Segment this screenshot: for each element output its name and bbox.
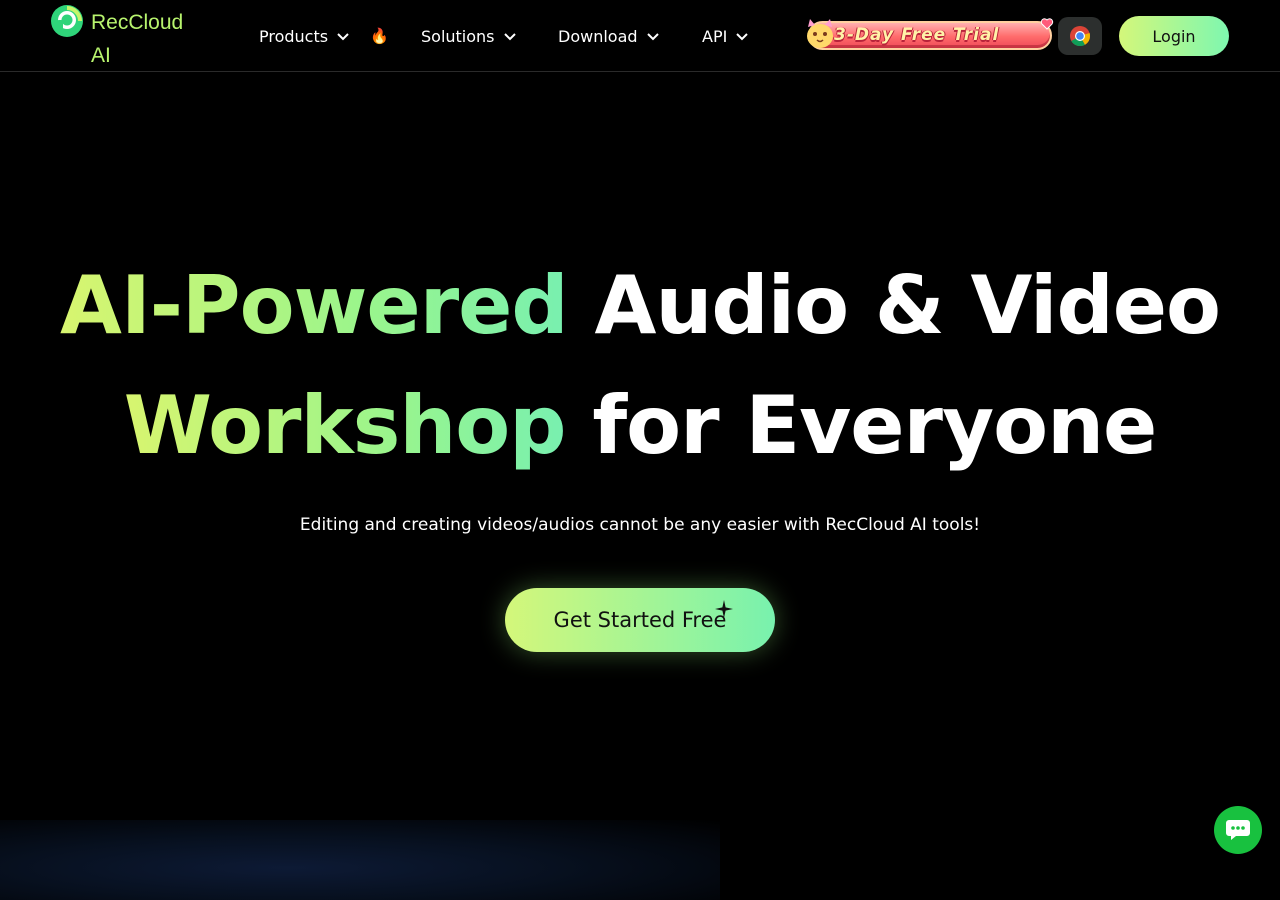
top-navigation-bar: RecCloud AI Products 🔥 Solutions Downloa… — [0, 0, 1280, 72]
chevron-down-icon — [503, 33, 516, 41]
nav-solutions-label: Solutions — [421, 26, 495, 46]
nav-products[interactable]: Products 🔥 — [259, 22, 389, 50]
chrome-icon — [1070, 26, 1091, 47]
fire-icon: 🔥 — [370, 27, 389, 45]
sparkle-icon — [715, 600, 733, 618]
hero-title-line-2: Workshop for Everyone — [0, 386, 1280, 466]
free-trial-text: 3-Day Free Trial — [834, 25, 1000, 45]
get-started-free-label: Get Started Free — [553, 608, 727, 632]
live-chat-button[interactable] — [1214, 806, 1262, 854]
hero-subtitle: Editing and creating videos/audios canno… — [299, 515, 981, 535]
hero-highlight-workshop: Workshop — [123, 379, 567, 472]
product-preview-image — [0, 820, 720, 900]
hero-title-for-everyone: for Everyone — [592, 379, 1157, 472]
nav-solutions[interactable]: Solutions — [421, 22, 517, 50]
chrome-extension-button[interactable] — [1058, 17, 1102, 55]
hero-title-line-1: AI-Powered Audio & Video — [0, 266, 1280, 346]
nav-api[interactable]: API — [702, 22, 749, 50]
nav-api-label: API — [702, 26, 728, 46]
chevron-down-icon — [736, 33, 749, 41]
hero-title-audio-video: Audio & Video — [594, 259, 1221, 352]
nav-products-label: Products — [259, 26, 329, 46]
login-button[interactable]: Login — [1119, 16, 1229, 56]
brand-name: RecCloud AI — [91, 11, 184, 67]
nav-download[interactable]: Download — [558, 22, 660, 50]
get-started-free-button[interactable]: Get Started Free — [505, 588, 775, 652]
hero-highlight-ai-powered: AI-Powered — [60, 259, 569, 352]
reccloud-logo-icon — [51, 5, 83, 37]
chevron-down-icon — [646, 33, 659, 41]
heart-icon — [1040, 18, 1054, 30]
nav-download-label: Download — [558, 26, 638, 46]
free-trial-badge[interactable]: 3-Day Free Trial — [804, 17, 1054, 53]
cat-mascot-icon — [807, 19, 833, 48]
chat-icon — [1226, 820, 1250, 840]
brand-logo-link[interactable]: RecCloud AI — [50, 4, 200, 68]
chevron-down-icon — [337, 33, 349, 41]
